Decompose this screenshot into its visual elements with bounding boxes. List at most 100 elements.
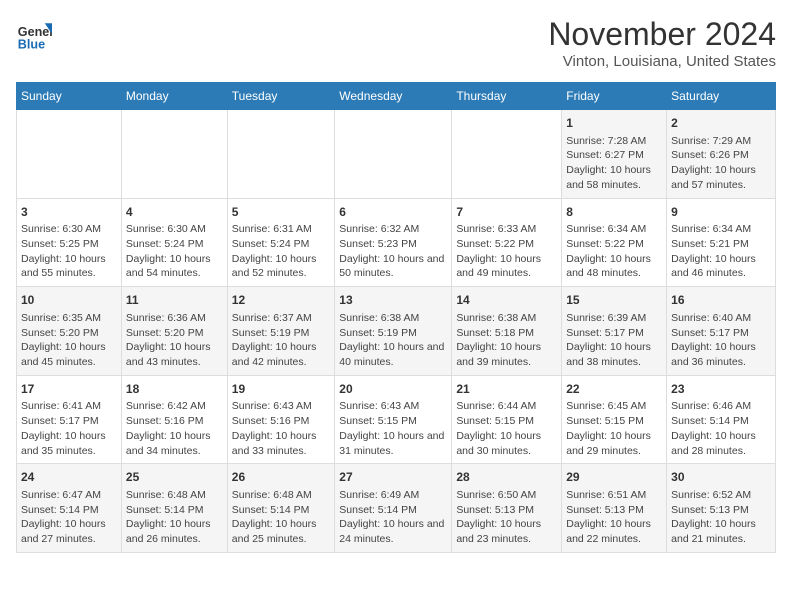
calendar-cell: 23 Sunrise: 6:46 AM Sunset: 5:14 PM Dayli… xyxy=(667,375,776,464)
calendar-cell: 7 Sunrise: 6:33 AM Sunset: 5:22 PM Daylig… xyxy=(452,198,562,287)
logo-icon: General Blue xyxy=(16,16,52,52)
calendar-cell: 15 Sunrise: 6:39 AM Sunset: 5:17 PM Dayli… xyxy=(562,287,667,376)
calendar-cell: 10 Sunrise: 6:35 AM Sunset: 5:20 PM Dayli… xyxy=(17,287,122,376)
day-info: Sunrise: 7:29 AM Sunset: 6:26 PM Dayligh… xyxy=(671,135,756,191)
calendar-cell: 20 Sunrise: 6:43 AM Sunset: 5:15 PM Dayli… xyxy=(335,375,452,464)
header-row: SundayMondayTuesdayWednesdayThursdayFrid… xyxy=(17,83,776,110)
day-info: Sunrise: 6:43 AM Sunset: 5:16 PM Dayligh… xyxy=(232,400,317,456)
day-info: Sunrise: 6:43 AM Sunset: 5:15 PM Dayligh… xyxy=(339,400,444,456)
calendar-week-row: 17Sunrise: 6:41 AM Sunset: 5:17 PM Dayli… xyxy=(17,375,776,464)
day-number: 19 xyxy=(232,381,330,398)
page-subtitle: Vinton, Louisiana, United States xyxy=(548,53,776,70)
calendar-cell xyxy=(227,110,334,199)
day-number: 15 xyxy=(566,292,662,309)
calendar-cell: 2 Sunrise: 7:29 AM Sunset: 6:26 PM Daylig… xyxy=(667,110,776,199)
calendar-cell: 4Sunrise: 6:30 AM Sunset: 5:24 PM Daylig… xyxy=(121,198,227,287)
calendar-cell: 30 Sunrise: 6:52 AM Sunset: 5:13 PM Dayli… xyxy=(667,464,776,553)
day-number: 21 xyxy=(456,381,557,398)
day-info: Sunrise: 6:35 AM Sunset: 5:20 PM Dayligh… xyxy=(21,312,106,368)
calendar-cell: 25 Sunrise: 6:48 AM Sunset: 5:14 PM Dayli… xyxy=(121,464,227,553)
calendar-week-row: 1Sunrise: 7:28 AM Sunset: 6:27 PM Daylig… xyxy=(17,110,776,199)
day-number: 9 xyxy=(671,204,771,221)
day-info: Sunrise: 6:31 AM Sunset: 5:24 PM Dayligh… xyxy=(232,223,317,279)
calendar-cell: 22 Sunrise: 6:45 AM Sunset: 5:15 PM Dayli… xyxy=(562,375,667,464)
calendar-cell: 19 Sunrise: 6:43 AM Sunset: 5:16 PM Dayli… xyxy=(227,375,334,464)
calendar-cell: 3 Sunrise: 6:30 AM Sunset: 5:25 PM Daylig… xyxy=(17,198,122,287)
day-info: Sunrise: 6:34 AM Sunset: 5:22 PM Dayligh… xyxy=(566,223,651,279)
day-info: Sunrise: 6:37 AM Sunset: 5:19 PM Dayligh… xyxy=(232,312,317,368)
day-number: 26 xyxy=(232,469,330,486)
calendar-cell: 24Sunrise: 6:47 AM Sunset: 5:14 PM Dayli… xyxy=(17,464,122,553)
calendar-cell xyxy=(335,110,452,199)
day-info: Sunrise: 6:50 AM Sunset: 5:13 PM Dayligh… xyxy=(456,489,541,545)
day-info: Sunrise: 6:32 AM Sunset: 5:23 PM Dayligh… xyxy=(339,223,444,279)
day-info: Sunrise: 6:34 AM Sunset: 5:21 PM Dayligh… xyxy=(671,223,756,279)
calendar-week-row: 10 Sunrise: 6:35 AM Sunset: 5:20 PM Dayli… xyxy=(17,287,776,376)
day-info: Sunrise: 6:48 AM Sunset: 5:14 PM Dayligh… xyxy=(232,489,317,545)
logo: General Blue xyxy=(16,16,52,52)
day-header: Wednesday xyxy=(335,83,452,110)
calendar-cell: 21 Sunrise: 6:44 AM Sunset: 5:15 PM Dayli… xyxy=(452,375,562,464)
day-number: 3 xyxy=(21,204,117,221)
day-number: 22 xyxy=(566,381,662,398)
day-number: 30 xyxy=(671,469,771,486)
day-header: Tuesday xyxy=(227,83,334,110)
day-info: Sunrise: 6:45 AM Sunset: 5:15 PM Dayligh… xyxy=(566,400,651,456)
day-info: Sunrise: 6:52 AM Sunset: 5:13 PM Dayligh… xyxy=(671,489,756,545)
day-number: 28 xyxy=(456,469,557,486)
day-info: Sunrise: 6:33 AM Sunset: 5:22 PM Dayligh… xyxy=(456,223,541,279)
day-number: 4 xyxy=(126,204,223,221)
calendar-cell: 12 Sunrise: 6:37 AM Sunset: 5:19 PM Dayli… xyxy=(227,287,334,376)
calendar-week-row: 3 Sunrise: 6:30 AM Sunset: 5:25 PM Daylig… xyxy=(17,198,776,287)
day-number: 13 xyxy=(339,292,447,309)
calendar-cell xyxy=(17,110,122,199)
day-number: 6 xyxy=(339,204,447,221)
calendar-cell: 28 Sunrise: 6:50 AM Sunset: 5:13 PM Dayli… xyxy=(452,464,562,553)
day-number: 14 xyxy=(456,292,557,309)
day-info: Sunrise: 6:51 AM Sunset: 5:13 PM Dayligh… xyxy=(566,489,651,545)
day-info: Sunrise: 6:44 AM Sunset: 5:15 PM Dayligh… xyxy=(456,400,541,456)
day-info: Sunrise: 6:36 AM Sunset: 5:20 PM Dayligh… xyxy=(126,312,211,368)
calendar-cell: 8 Sunrise: 6:34 AM Sunset: 5:22 PM Daylig… xyxy=(562,198,667,287)
calendar-cell: 16 Sunrise: 6:40 AM Sunset: 5:17 PM Dayli… xyxy=(667,287,776,376)
svg-text:Blue: Blue xyxy=(18,37,45,51)
day-number: 11 xyxy=(126,292,223,309)
day-info: Sunrise: 6:40 AM Sunset: 5:17 PM Dayligh… xyxy=(671,312,756,368)
calendar-cell xyxy=(452,110,562,199)
day-header: Saturday xyxy=(667,83,776,110)
calendar-cell: 29Sunrise: 6:51 AM Sunset: 5:13 PM Dayli… xyxy=(562,464,667,553)
calendar-cell: 6 Sunrise: 6:32 AM Sunset: 5:23 PM Daylig… xyxy=(335,198,452,287)
calendar-table: SundayMondayTuesdayWednesdayThursdayFrid… xyxy=(16,82,776,553)
calendar-cell: 1Sunrise: 7:28 AM Sunset: 6:27 PM Daylig… xyxy=(562,110,667,199)
day-number: 27 xyxy=(339,469,447,486)
day-header: Monday xyxy=(121,83,227,110)
day-number: 18 xyxy=(126,381,223,398)
calendar-cell: 17Sunrise: 6:41 AM Sunset: 5:17 PM Dayli… xyxy=(17,375,122,464)
day-number: 7 xyxy=(456,204,557,221)
day-number: 25 xyxy=(126,469,223,486)
title-block: November 2024 Vinton, Louisiana, United … xyxy=(548,16,776,70)
calendar-cell: 14 Sunrise: 6:38 AM Sunset: 5:18 PM Dayli… xyxy=(452,287,562,376)
day-number: 2 xyxy=(671,115,771,132)
calendar-cell: 9 Sunrise: 6:34 AM Sunset: 5:21 PM Daylig… xyxy=(667,198,776,287)
day-header: Friday xyxy=(562,83,667,110)
day-info: Sunrise: 7:28 AM Sunset: 6:27 PM Dayligh… xyxy=(566,135,651,191)
day-number: 20 xyxy=(339,381,447,398)
calendar-cell: 18Sunrise: 6:42 AM Sunset: 5:16 PM Dayli… xyxy=(121,375,227,464)
page-header: General Blue November 2024 Vinton, Louis… xyxy=(16,16,776,70)
day-info: Sunrise: 6:30 AM Sunset: 5:25 PM Dayligh… xyxy=(21,223,106,279)
day-number: 12 xyxy=(232,292,330,309)
day-number: 5 xyxy=(232,204,330,221)
calendar-cell xyxy=(121,110,227,199)
day-number: 8 xyxy=(566,204,662,221)
day-number: 10 xyxy=(21,292,117,309)
day-number: 23 xyxy=(671,381,771,398)
calendar-cell: 27Sunrise: 6:49 AM Sunset: 5:14 PM Dayli… xyxy=(335,464,452,553)
day-info: Sunrise: 6:39 AM Sunset: 5:17 PM Dayligh… xyxy=(566,312,651,368)
day-info: Sunrise: 6:38 AM Sunset: 5:18 PM Dayligh… xyxy=(456,312,541,368)
day-number: 16 xyxy=(671,292,771,309)
day-info: Sunrise: 6:48 AM Sunset: 5:14 PM Dayligh… xyxy=(126,489,211,545)
calendar-cell: 26 Sunrise: 6:48 AM Sunset: 5:14 PM Dayli… xyxy=(227,464,334,553)
day-number: 24 xyxy=(21,469,117,486)
day-info: Sunrise: 6:46 AM Sunset: 5:14 PM Dayligh… xyxy=(671,400,756,456)
